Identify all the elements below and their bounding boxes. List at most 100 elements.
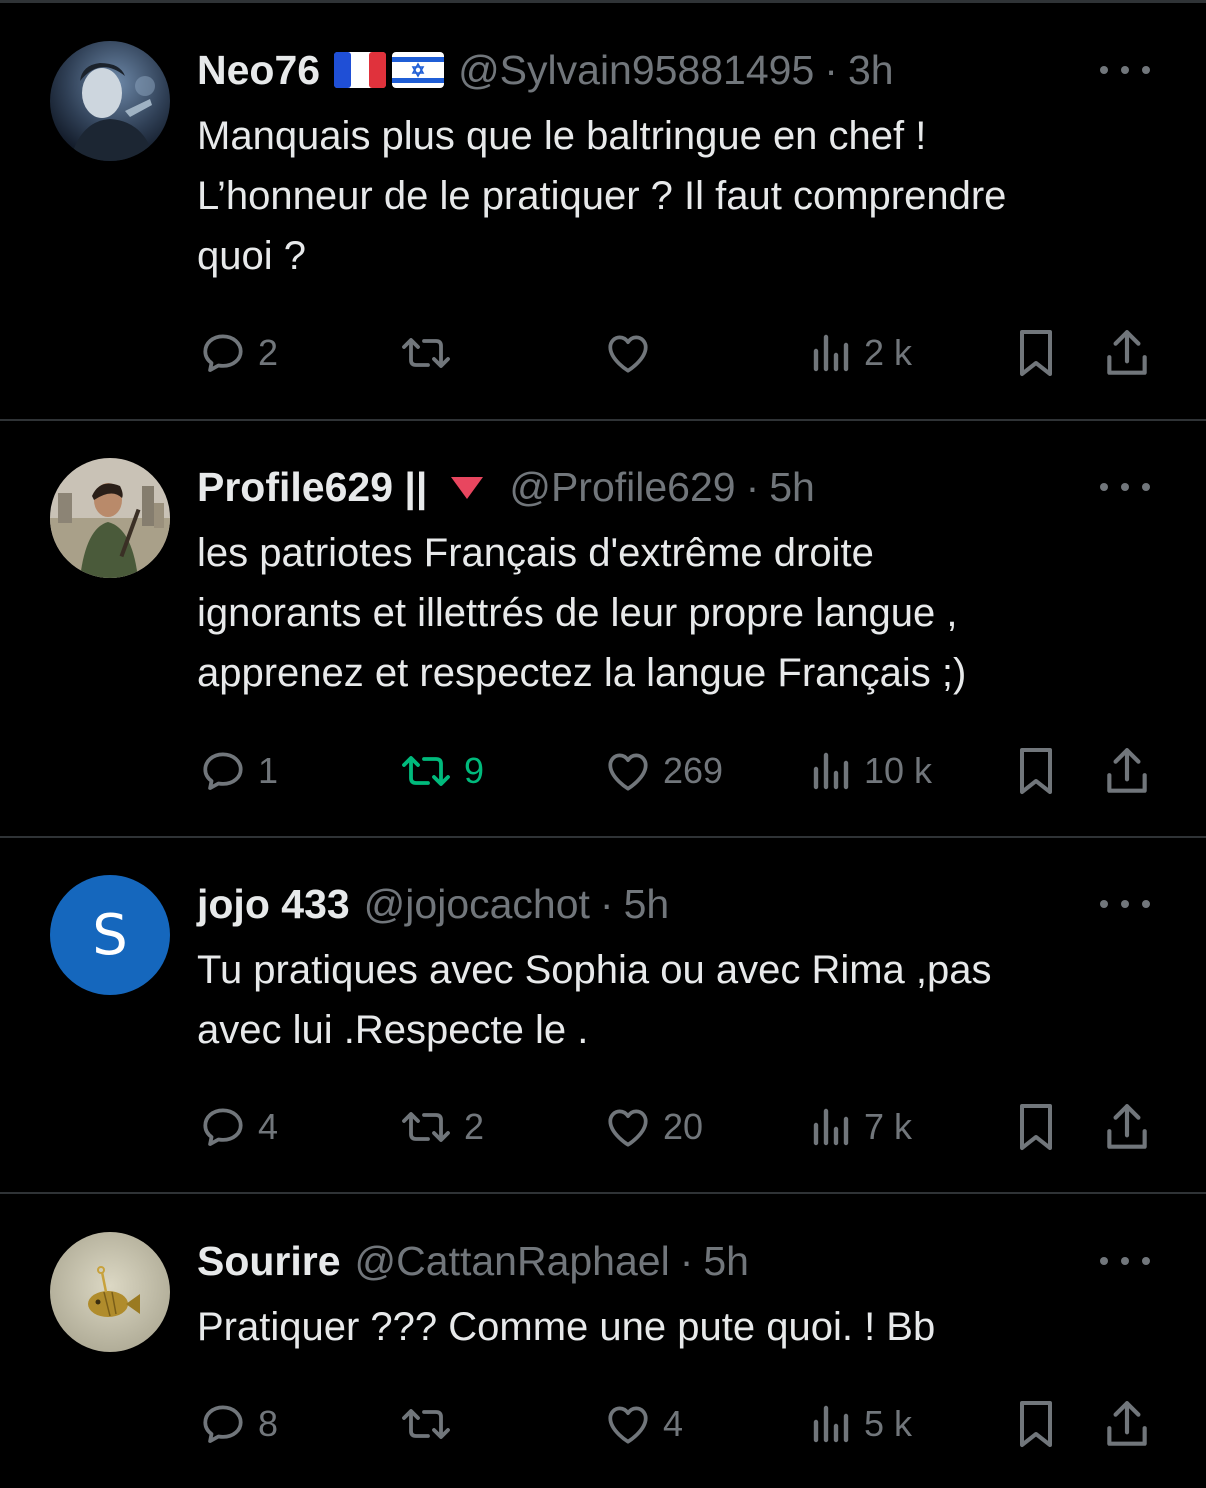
more-options-icon[interactable] [1100, 477, 1150, 497]
tweet-text: Manquais plus que le baltringue en chef … [197, 114, 1007, 278]
reply-count: 8 [258, 1403, 279, 1444]
reply-button[interactable]: 4 [198, 1097, 278, 1157]
views-count: 10 k [864, 750, 933, 791]
israel-flag-icon [392, 52, 445, 88]
bookmark-icon [1020, 1104, 1052, 1150]
views-count: 2 k [864, 332, 913, 373]
heart-icon [608, 1406, 648, 1444]
retweet-icon [402, 1112, 450, 1142]
tweet-text: Tu pratiques avec Sophia ou avec Rima ,p… [197, 948, 992, 1052]
tweet-header: Profile629 || @Profile629 · 5h [197, 462, 815, 512]
bookmark-icon [1020, 1401, 1052, 1447]
display-name[interactable]: Neo76 [197, 47, 320, 94]
more-options-icon[interactable] [1100, 1251, 1150, 1271]
tweet[interactable]: S jojo 433 @jojocachot · 5h Tu pratiques… [0, 838, 1206, 1192]
reply-icon [203, 1405, 243, 1443]
bookmark-button[interactable] [1012, 1097, 1060, 1157]
views-chart-icon [813, 752, 849, 790]
share-icon [1107, 1104, 1147, 1149]
like-count: 4 [663, 1403, 684, 1444]
user-handle[interactable]: @jojocachot [364, 881, 590, 928]
timestamp[interactable]: 5h [769, 464, 815, 511]
display-name[interactable]: jojo 433 [197, 881, 350, 928]
like-count: 20 [663, 1106, 704, 1147]
retweet-count: 9 [464, 750, 485, 791]
tweet-header: jojo 433 @jojocachot · 5h [197, 879, 669, 929]
views-chart-icon [813, 1108, 849, 1146]
like-button[interactable]: 20 [603, 1097, 703, 1157]
bookmark-button[interactable] [1012, 741, 1060, 801]
separator-dot: · [745, 463, 760, 510]
bookmark-button[interactable] [1012, 1394, 1060, 1454]
bookmark-icon [1020, 748, 1052, 794]
retweet-icon [402, 756, 450, 786]
tweet-text: les patriotes Français d'extrême droite … [197, 531, 967, 695]
user-handle[interactable]: @Profile629 [509, 464, 735, 511]
separator-dot: · [599, 880, 614, 927]
retweet-button[interactable]: 9 [398, 741, 484, 801]
views-button[interactable]: 2 k [808, 323, 912, 383]
like-button[interactable]: 269 [603, 741, 723, 801]
reply-button[interactable]: 2 [198, 323, 278, 383]
views-button[interactable]: 7 k [808, 1097, 912, 1157]
display-name[interactable]: Profile629 || [197, 464, 427, 511]
retweet-button[interactable] [398, 1394, 464, 1454]
tweet-header: Sourire @CattanRaphael · 5h [197, 1236, 749, 1286]
avatar[interactable] [50, 458, 170, 578]
separator-dot: · [679, 1237, 694, 1284]
avatar[interactable] [50, 1232, 170, 1352]
bookmark-button[interactable] [1012, 323, 1060, 383]
avatar[interactable]: S [50, 875, 170, 995]
tweet-text: Pratiquer ??? Comme une pute quoi. ! Bb [197, 1305, 936, 1349]
tweet-header: Neo76 @Sylvain95881495 · 3h [197, 45, 894, 95]
share-icon [1107, 330, 1147, 375]
like-count: 269 [663, 750, 724, 791]
more-options-icon[interactable] [1100, 894, 1150, 914]
timestamp[interactable]: 5h [624, 881, 670, 928]
reply-icon [203, 334, 243, 372]
share-icon [1107, 748, 1147, 793]
retweet-count: 2 [464, 1106, 485, 1147]
views-chart-icon [813, 1405, 849, 1443]
reply-button[interactable]: 1 [198, 741, 278, 801]
views-button[interactable]: 5 k [808, 1394, 912, 1454]
like-button[interactable] [603, 323, 663, 383]
views-chart-icon [813, 334, 849, 372]
reply-count: 2 [258, 332, 279, 373]
retweet-button[interactable]: 2 [398, 1097, 484, 1157]
red-triangle-icon [451, 477, 484, 499]
views-count: 5 k [864, 1403, 913, 1444]
tweet[interactable]: Neo76 @Sylvain95881495 · 3h Manquais plu… [0, 0, 1206, 420]
user-handle[interactable]: @Sylvain95881495 [458, 47, 814, 94]
share-icon [1107, 1401, 1147, 1446]
share-button[interactable] [1102, 741, 1152, 801]
tweet[interactable]: Profile629 || @Profile629 · 5h les patri… [0, 421, 1206, 837]
reply-count: 1 [258, 750, 279, 791]
timestamp[interactable]: 3h [848, 47, 894, 94]
heart-icon [608, 335, 648, 373]
reply-icon [203, 752, 243, 790]
timestamp[interactable]: 5h [703, 1238, 749, 1285]
display-name[interactable]: Sourire [197, 1238, 341, 1285]
more-options-icon[interactable] [1100, 60, 1150, 80]
share-button[interactable] [1102, 1394, 1152, 1454]
user-handle[interactable]: @CattanRaphael [355, 1238, 670, 1285]
avatar[interactable] [50, 41, 170, 161]
like-button[interactable]: 4 [603, 1394, 683, 1454]
reply-count: 4 [258, 1106, 279, 1147]
share-button[interactable] [1102, 323, 1152, 383]
share-button[interactable] [1102, 1097, 1152, 1157]
avatar-letter: S [92, 902, 128, 968]
views-button[interactable]: 10 k [808, 741, 932, 801]
heart-icon [608, 1109, 648, 1147]
retweet-icon [402, 338, 450, 368]
reply-icon [203, 1108, 243, 1146]
tweet[interactable]: Sourire @CattanRaphael · 5h Pratiquer ??… [0, 1194, 1206, 1488]
heart-icon [608, 753, 648, 791]
retweet-icon [402, 1409, 450, 1439]
views-count: 7 k [864, 1106, 913, 1147]
reply-button[interactable]: 8 [198, 1394, 278, 1454]
retweet-button[interactable] [398, 323, 464, 383]
france-flag-icon [334, 52, 387, 88]
bookmark-icon [1020, 330, 1052, 376]
